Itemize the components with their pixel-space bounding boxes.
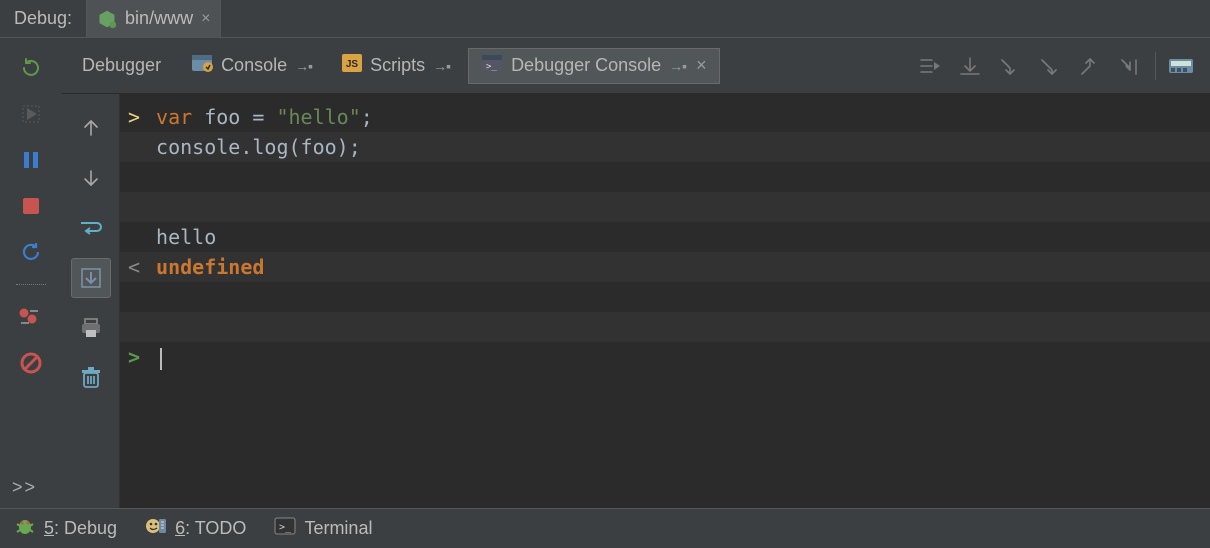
bug-icon	[14, 516, 36, 541]
console-side-toolbar	[62, 94, 120, 508]
console-return-line: < undefined	[120, 252, 1210, 282]
print-button[interactable]	[71, 308, 111, 348]
gutter	[124, 222, 144, 252]
stdout-text: hello	[144, 222, 216, 252]
clear-all-button[interactable]	[71, 358, 111, 398]
tab-scripts-label: Scripts	[370, 55, 425, 76]
terminal-icon: >_	[274, 517, 296, 540]
code: console.log(foo);	[144, 132, 361, 162]
pin-icon[interactable]: →▪	[433, 58, 450, 74]
stop-button[interactable]	[15, 190, 47, 222]
step-out-icon[interactable]	[1075, 51, 1105, 81]
separator	[16, 284, 46, 285]
console-blank-line	[120, 282, 1210, 312]
console-prompt-line[interactable]: >	[120, 342, 1210, 372]
debug-header: Debug: bin/www ×	[0, 0, 1210, 38]
expand-icon[interactable]: >>	[12, 477, 37, 498]
force-step-into-icon[interactable]	[1035, 51, 1065, 81]
code: var foo = "hello";	[144, 102, 373, 132]
tab-debugger[interactable]: Debugger	[70, 48, 173, 84]
js-icon: JS	[342, 54, 362, 77]
debug-label: : Debug	[54, 518, 117, 538]
prompt-marker: >	[124, 342, 144, 372]
separator	[1155, 52, 1156, 80]
scroll-to-end-button[interactable]	[71, 258, 111, 298]
tab-debugger-console[interactable]: >_ Debugger Console →▪ ×	[468, 48, 720, 84]
console-output-line: hello	[120, 222, 1210, 252]
input-marker: >	[124, 102, 144, 132]
debug-body: Debugger Console →▪ JS Scripts →▪ >_	[0, 38, 1210, 508]
tab-console-label: Console	[221, 55, 287, 76]
output-marker: <	[124, 252, 144, 282]
debug-main: Debugger Console →▪ JS Scripts →▪ >_	[62, 38, 1210, 508]
debug-shortcut-key: 5	[44, 518, 54, 538]
close-icon[interactable]: ×	[201, 10, 210, 28]
debug-process-tab[interactable]: bin/www ×	[86, 0, 221, 38]
rerun-button[interactable]	[15, 52, 47, 84]
pause-button[interactable]	[15, 144, 47, 176]
restart-button[interactable]	[15, 236, 47, 268]
run-to-cursor-icon[interactable]	[1115, 51, 1145, 81]
step-toolbar	[915, 51, 1202, 81]
resume-button[interactable]	[15, 98, 47, 130]
toolwindow-terminal[interactable]: >_ Terminal	[274, 517, 372, 540]
debug-tabs: Debugger Console →▪ JS Scripts →▪ >_	[62, 38, 1210, 94]
tab-debugger-console-label: Debugger Console	[511, 55, 661, 76]
tool-window-bar: 5: Debug 6: TODO >_ Terminal	[0, 508, 1210, 548]
todo-shortcut-key: 6	[175, 518, 185, 538]
debug-title: Debug:	[14, 8, 80, 29]
tab-debugger-label: Debugger	[82, 55, 161, 76]
terminal-tab-icon: >_	[481, 54, 503, 77]
prompt-input[interactable]	[144, 342, 162, 372]
todo-icon	[145, 516, 167, 541]
console-input-line: > var foo = "hello";	[120, 102, 1210, 132]
nodejs-icon	[97, 9, 117, 29]
terminal-label: Terminal	[304, 518, 372, 539]
debug-action-toolbar	[0, 38, 62, 508]
toolwindow-todo[interactable]: 6: TODO	[145, 516, 246, 541]
use-soft-wraps-button[interactable]	[71, 208, 111, 248]
mute-breakpoints-button[interactable]	[15, 347, 47, 379]
console-blank-line	[120, 312, 1210, 342]
show-execution-point-icon[interactable]	[915, 51, 945, 81]
gutter	[124, 132, 144, 162]
todo-label: : TODO	[185, 518, 246, 538]
debug-process-label: bin/www	[125, 8, 193, 29]
debugger-console[interactable]: > var foo = "hello"; console.log(foo); h…	[120, 94, 1210, 508]
evaluate-expression-icon[interactable]	[1166, 51, 1196, 81]
view-breakpoints-button[interactable]	[15, 301, 47, 333]
step-into-icon[interactable]	[995, 51, 1025, 81]
svg-text:>_: >_	[486, 62, 497, 72]
close-icon[interactable]: ×	[696, 55, 707, 76]
console-tab-icon	[191, 54, 213, 77]
console-blank-line	[120, 162, 1210, 192]
tab-console[interactable]: Console →▪	[179, 48, 324, 84]
svg-text:JS: JS	[346, 59, 359, 70]
toolwindow-debug[interactable]: 5: Debug	[14, 516, 117, 541]
console-panel: > var foo = "hello"; console.log(foo); h…	[62, 94, 1210, 508]
console-input-line: console.log(foo);	[120, 132, 1210, 162]
history-down-button[interactable]	[71, 158, 111, 198]
history-up-button[interactable]	[71, 108, 111, 148]
pin-icon[interactable]: →▪	[669, 58, 686, 74]
console-blank-line	[120, 192, 1210, 222]
return-value: undefined	[144, 252, 264, 282]
tab-scripts[interactable]: JS Scripts →▪	[330, 48, 462, 84]
pin-icon[interactable]: →▪	[295, 58, 312, 74]
svg-text:>_: >_	[279, 522, 292, 533]
step-over-icon[interactable]	[955, 51, 985, 81]
